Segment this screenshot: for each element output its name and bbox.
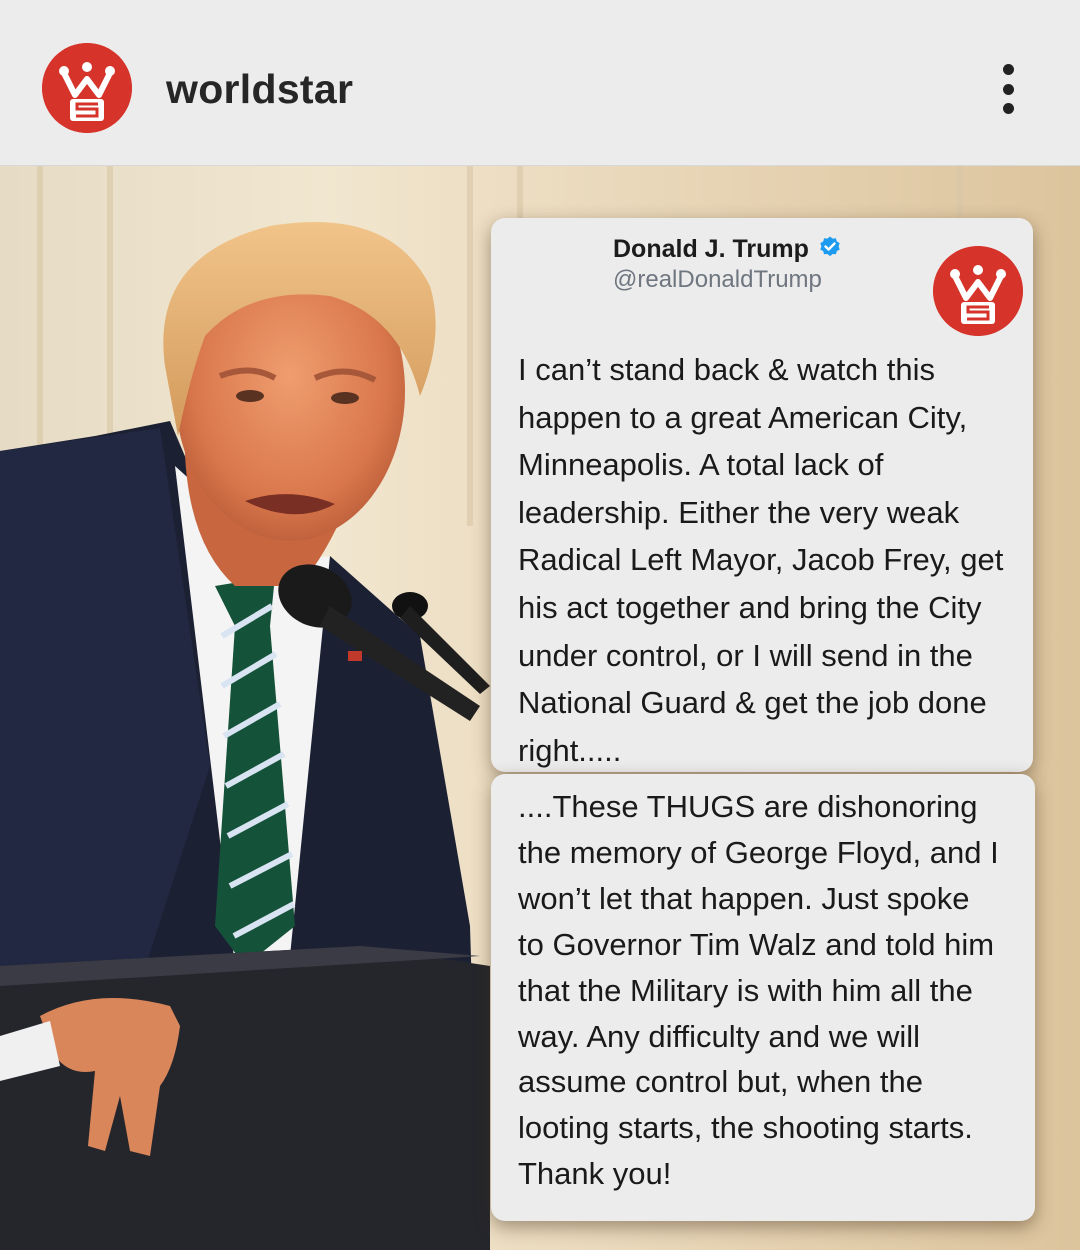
avatar[interactable]: [42, 43, 132, 133]
tweet-card-part-2: ....These THUGS are dishonoring the memo…: [491, 774, 1035, 1221]
more-options-button[interactable]: [985, 58, 1031, 120]
tweet-card-part-1: Donald J. Trump @realDonaldTrump I can’t…: [491, 218, 1033, 772]
post-header: worldstar: [0, 0, 1080, 166]
more-vertical-icon: [1002, 64, 1014, 75]
tweet-text: I can’t stand back & watch this happen t…: [518, 352, 1004, 768]
worldstar-logo-icon: [933, 246, 1023, 336]
tweet-author-name: Donald J. Trump: [613, 235, 809, 263]
worldstar-watermark: [933, 246, 1023, 336]
verified-badge-icon: [820, 236, 840, 257]
tweet-text-continued: ....These THUGS are dishonoring the memo…: [518, 789, 999, 1192]
worldstar-logo-icon: [42, 43, 132, 133]
post-image[interactable]: Donald J. Trump @realDonaldTrump I can’t…: [0, 166, 1080, 1250]
tweet-author-handle: @realDonaldTrump: [613, 266, 822, 293]
account-name[interactable]: worldstar: [166, 66, 353, 113]
